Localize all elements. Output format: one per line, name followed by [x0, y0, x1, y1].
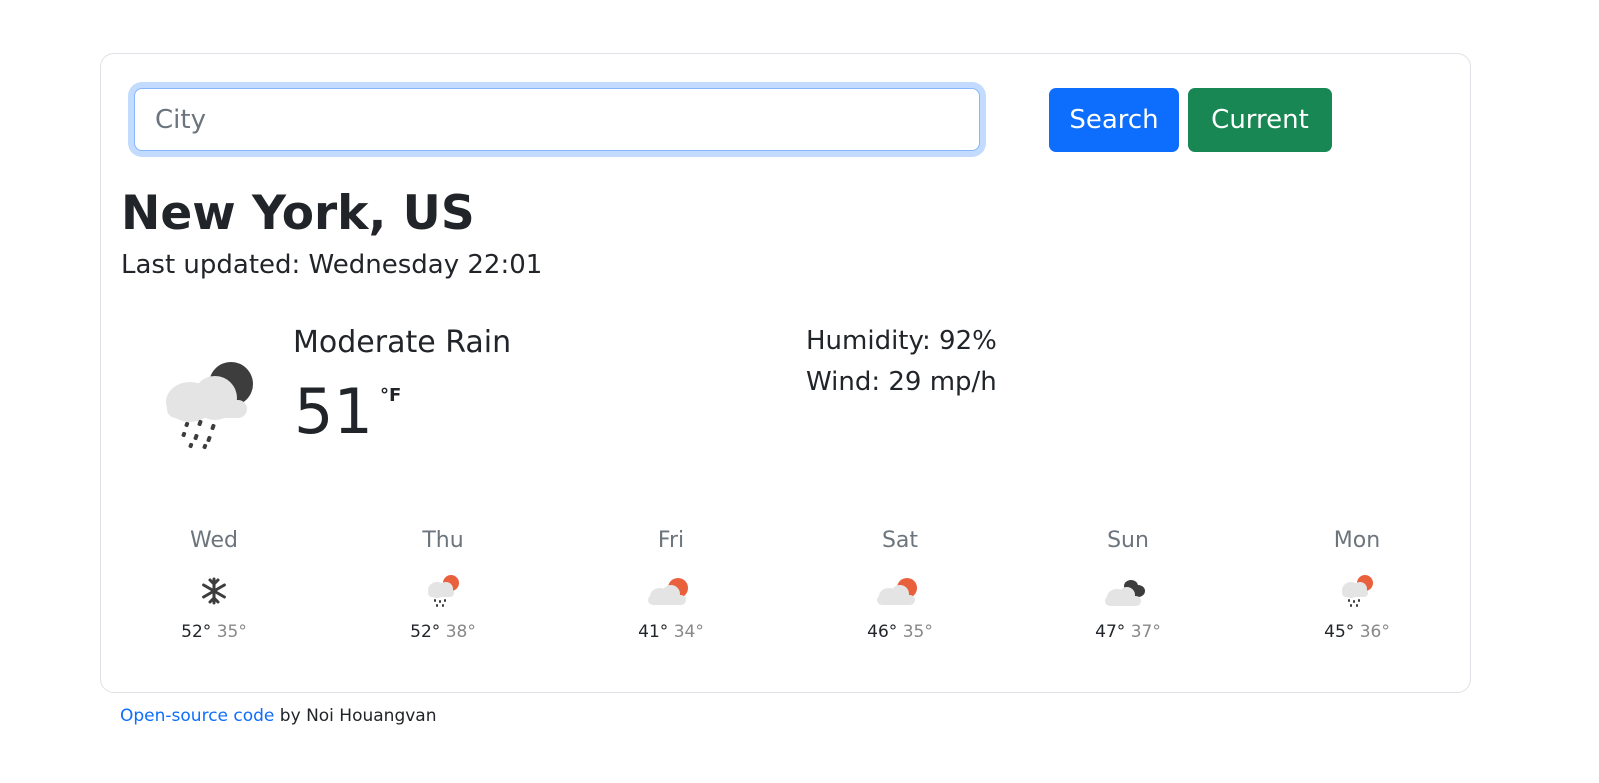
forecast-min-temp: 34° [673, 622, 704, 642]
forecast-day-name: Wed [190, 528, 238, 553]
forecast-max-temp: 46° [867, 622, 898, 642]
forecast-max-temp: 52° [410, 622, 441, 642]
weather-condition: Moderate Rain [293, 325, 512, 360]
forecast-day: Mon 45° 36° [1277, 526, 1437, 644]
forecast-max-temp: 52° [181, 622, 212, 642]
temperature-unit: °F [380, 385, 402, 406]
forecast-temps: 52° 38° [363, 620, 523, 644]
forecast-temps: 46° 35° [820, 620, 980, 644]
forecast-temps: 52° 35° [134, 620, 294, 644]
forecast-day: Fri 41° 34° [591, 526, 751, 644]
forecast-day-name: Mon [1333, 528, 1381, 553]
forecast-day: Sat 46° 35° [820, 526, 980, 644]
forecast-max-temp: 45° [1324, 622, 1355, 642]
rain-cloud-sun-icon [1342, 575, 1373, 607]
rain-cloud-moon-icon [166, 362, 253, 450]
current-location-button[interactable]: Current [1188, 88, 1332, 152]
forecast-temps: 41° 34° [591, 620, 751, 644]
forecast-day-name: Sat [881, 528, 919, 553]
forecast-day: Thu 52° 38° [363, 526, 523, 644]
dark-clouds-icon [1105, 580, 1145, 606]
forecast-day-name: Sun [1107, 528, 1149, 553]
forecast-min-temp: 38° [445, 622, 476, 642]
city-search-input[interactable] [134, 88, 980, 151]
city-name: New York, US [121, 186, 475, 241]
open-source-link[interactable]: Open-source code [120, 706, 274, 726]
footer-author: by Noi Houangvan [274, 706, 437, 726]
wind-speed: Wind: 29 mp/h [806, 367, 997, 397]
forecast-max-temp: 41° [638, 622, 669, 642]
forecast-min-temp: 37° [1130, 622, 1161, 642]
forecast-max-temp: 47° [1095, 622, 1126, 642]
footer: Open-source code by Noi Houangvan [120, 704, 437, 728]
current-temperature: 51 [294, 375, 373, 448]
forecast-day-name: Thu [422, 528, 464, 553]
forecast-temps: 47° 37° [1048, 620, 1208, 644]
forecast-day: Wed 52° 35° [134, 526, 294, 644]
forecast-temps: 45° 36° [1277, 620, 1437, 644]
forecast-min-temp: 36° [1359, 622, 1390, 642]
forecast-min-temp: 35° [216, 622, 247, 642]
forecast-min-temp: 35° [902, 622, 933, 642]
cloud-sun-icon [877, 578, 917, 605]
humidity: Humidity: 92% [806, 326, 997, 356]
forecast-day-name: Fri [657, 528, 685, 553]
forecast-day: Sun 47° 37° [1048, 526, 1208, 644]
search-button[interactable]: Search [1049, 88, 1179, 152]
cloud-sun-icon [648, 578, 688, 605]
rain-cloud-sun-icon [428, 575, 459, 607]
snowflake-icon [202, 577, 226, 605]
last-updated: Last updated: Wednesday 22:01 [121, 250, 543, 280]
